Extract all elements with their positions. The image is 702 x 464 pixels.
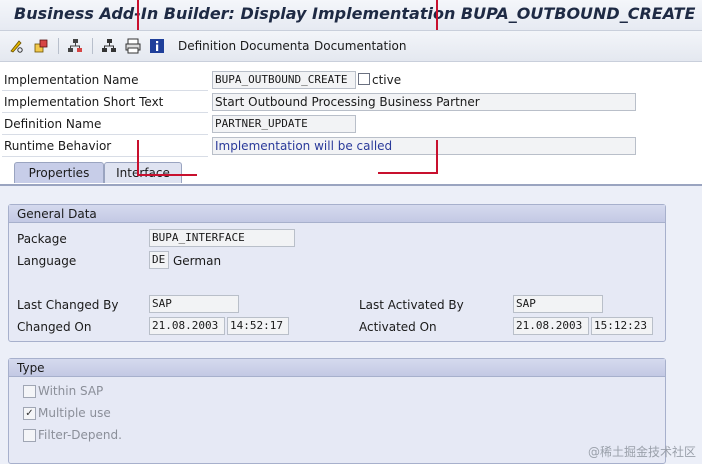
definition-name-label: Definition Name (2, 114, 208, 135)
tab-properties[interactable]: Properties (14, 162, 104, 183)
changed-on-date-field[interactable]: 21.08.2003 (149, 317, 225, 335)
short-text-field[interactable]: Start Outbound Processing Business Partn… (212, 93, 636, 111)
main-content: Implementation Name BUPA_OUTBOUND_CREATE… (0, 62, 702, 464)
last-changed-by-label: Last Changed By (17, 298, 119, 312)
activated-on-date-field[interactable]: 21.08.2003 (513, 317, 589, 335)
changed-on-label: Changed On (17, 320, 92, 334)
general-data-group: General Data Package BUPA_INTERFACE Lang… (8, 204, 666, 342)
watermark: @稀土掘金技术社区 (587, 445, 696, 459)
definition-documentation-button[interactable]: Definition Documenta (178, 39, 309, 53)
toolbar-separator (92, 38, 93, 54)
multiple-use-label: Multiple use (38, 406, 111, 420)
package-label: Package (17, 232, 67, 246)
language-name: German (173, 254, 222, 268)
pencil-glasses-icon[interactable] (8, 37, 26, 55)
implementation-name-row: Implementation Name BUPA_OUTBOUND_CREATE… (0, 70, 702, 92)
language-label: Language (17, 254, 77, 268)
annotation-line (137, 174, 197, 176)
last-changed-by-field[interactable]: SAP (149, 295, 239, 313)
window-title: Business Add-In Builder: Display Impleme… (14, 4, 696, 23)
tab-strip: Properties Interface (0, 160, 702, 184)
definition-name-field[interactable]: PARTNER_UPDATE (212, 115, 356, 133)
info-icon[interactable] (148, 37, 166, 55)
package-field[interactable]: BUPA_INTERFACE (149, 229, 295, 247)
object-switch-icon[interactable] (32, 37, 50, 55)
short-text-row: Implementation Short Text Start Outbound… (0, 92, 702, 114)
implementation-status: ctive (372, 73, 402, 87)
annotation-line (436, 0, 438, 30)
annotation-line (137, 140, 139, 176)
runtime-behavior-label: Runtime Behavior (2, 136, 208, 157)
last-activated-by-field[interactable]: SAP (513, 295, 603, 313)
changed-on-time-field[interactable]: 14:52:17 (227, 317, 289, 335)
multiple-use-checkbox[interactable]: ✓ (23, 407, 36, 420)
activated-on-time-field[interactable]: 15:12:23 (591, 317, 653, 335)
short-text-label: Implementation Short Text (2, 92, 208, 113)
implementation-name-label: Implementation Name (2, 70, 208, 91)
tab-interface[interactable]: Interface (104, 162, 182, 183)
application-toolbar: Definition Documenta Documentation (0, 31, 702, 62)
definition-name-row: Definition Name PARTNER_UPDATE (0, 114, 702, 136)
runtime-behavior-row: Runtime Behavior Implementation will be … (0, 136, 702, 158)
runtime-behavior-field[interactable]: Implementation will be called (212, 137, 636, 155)
within-sap-checkbox[interactable] (23, 385, 36, 398)
hierarchy-icon[interactable] (66, 37, 84, 55)
printer-icon[interactable] (124, 37, 142, 55)
implementation-name-field[interactable]: BUPA_OUTBOUND_CREATE (212, 71, 356, 89)
last-activated-by-label: Last Activated By (359, 298, 464, 312)
annotation-line (137, 0, 139, 30)
within-sap-label: Within SAP (38, 384, 104, 398)
filter-depend-checkbox[interactable] (23, 429, 36, 442)
language-code-field[interactable]: DE (149, 251, 169, 269)
copy-icon[interactable] (358, 73, 370, 85)
toolbar-separator (58, 38, 59, 54)
annotation-line (378, 172, 438, 174)
properties-panel: General Data Package BUPA_INTERFACE Lang… (0, 186, 702, 464)
title-bar: Business Add-In Builder: Display Impleme… (0, 0, 702, 31)
type-group: Type Within SAP ✓ Multiple use Filter-De… (8, 358, 666, 464)
annotation-line (436, 140, 438, 174)
activated-on-label: Activated On (359, 320, 437, 334)
tree-icon[interactable] (100, 37, 118, 55)
filter-depend-label: Filter-Depend. (38, 428, 122, 442)
type-title: Type (9, 359, 665, 377)
general-data-title: General Data (9, 205, 665, 223)
documentation-button[interactable]: Documentation (314, 39, 407, 53)
